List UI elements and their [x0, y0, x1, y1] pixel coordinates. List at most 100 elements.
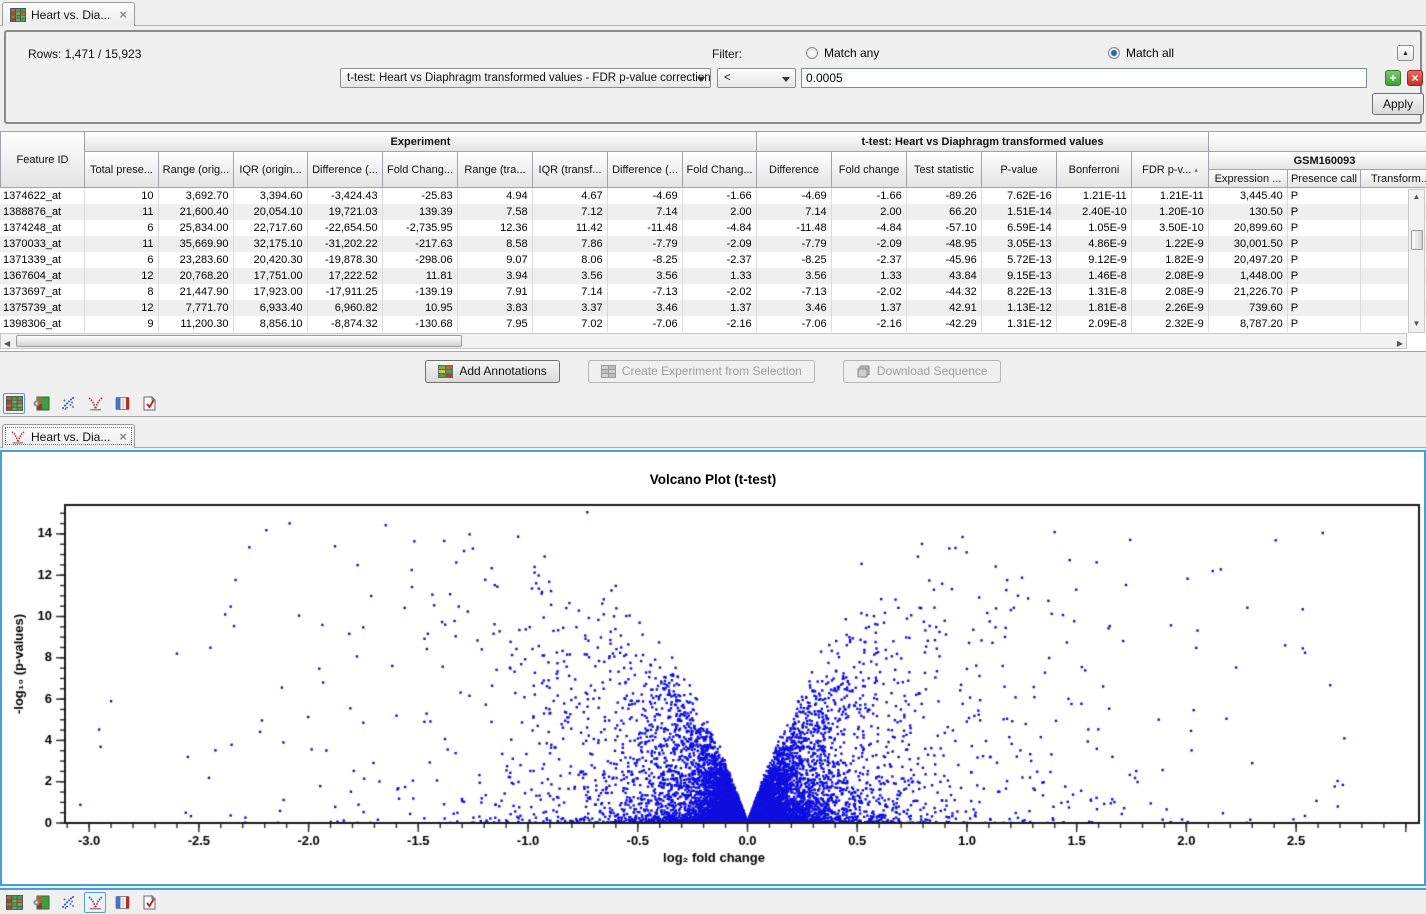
- column-header[interactable]: Transform...: [1360, 169, 1426, 188]
- apply-button[interactable]: Apply: [1372, 93, 1424, 115]
- column-header[interactable]: Experiment: [84, 131, 757, 152]
- column-header[interactable]: IQR (origin...: [233, 151, 308, 188]
- element-info-view-button[interactable]: [138, 393, 160, 414]
- scatter-plot-view-button[interactable]: [57, 393, 79, 414]
- table-row[interactable]: 1398306_at911,200.308,856.10-8,874.32-13…: [0, 316, 1426, 332]
- match-any-radio[interactable]: Match any: [806, 46, 879, 60]
- table-cell: 3.50E-10: [1131, 220, 1208, 236]
- column-header[interactable]: P-value: [981, 151, 1057, 188]
- column-header[interactable]: Fold Chang...: [382, 151, 458, 188]
- table-cell: 8.58: [457, 236, 532, 252]
- filter-operator-select[interactable]: <: [717, 68, 796, 88]
- table-row[interactable]: 1388876_at1121,600.4020,054.1019,721.031…: [0, 204, 1426, 220]
- table-cell: -1.66: [831, 188, 906, 204]
- table-cell: 20,768.20: [158, 268, 233, 284]
- table-cell: -17,911.25: [307, 284, 382, 300]
- table-row[interactable]: 1375739_at127,771.706,933.406,960.8210.9…: [0, 300, 1426, 316]
- table-row[interactable]: 1367604_at1220,768.2017,751.0017,222.521…: [0, 268, 1426, 284]
- table-cell: 7.58: [457, 204, 532, 220]
- history-view-button[interactable]: [111, 892, 133, 913]
- column-header[interactable]: Range (tra...: [457, 151, 533, 188]
- column-header[interactable]: Expression ...: [1208, 169, 1288, 188]
- filter-value-input[interactable]: [801, 68, 1367, 88]
- table-row[interactable]: 1374248_at625,834.0022,717.60-22,654.50-…: [0, 220, 1426, 236]
- add-filter-button[interactable]: +: [1385, 70, 1401, 86]
- match-all-radio[interactable]: Match all: [1108, 46, 1174, 60]
- table-cell: 6,960.82: [307, 300, 382, 316]
- rows-count-label: Rows: 1,471 / 15,923: [28, 47, 141, 61]
- table-cell: -11.48: [756, 220, 831, 236]
- table-cell: -2.02: [682, 284, 756, 300]
- tab-volcano-plot[interactable]: Heart vs. Dia... ×: [2, 424, 135, 448]
- vertical-scroll-thumb[interactable]: [1411, 230, 1423, 250]
- table-row[interactable]: 1373697_at821,447.9017,923.00-17,911.25-…: [0, 284, 1426, 300]
- table-row[interactable]: 1370033_at1135,669.9032,175.10-31,202.22…: [0, 236, 1426, 252]
- column-header[interactable]: Difference: [756, 151, 832, 188]
- column-header[interactable]: Presence call: [1287, 169, 1361, 188]
- horizontal-scrollbar[interactable]: ◀ ▶: [0, 333, 1407, 349]
- table-cell: 4.67: [532, 188, 607, 204]
- create-experiment-button[interactable]: Create Experiment from Selection: [588, 360, 815, 383]
- table-cell: 35,669.90: [158, 236, 233, 252]
- volcano-plot-view-button[interactable]: [84, 393, 106, 414]
- experiment-view-button[interactable]: [30, 892, 52, 913]
- volcano-plot-view-button[interactable]: [84, 892, 106, 913]
- vertical-scrollbar[interactable]: ▲ ▼: [1408, 189, 1425, 333]
- table-cell: 25,834.00: [158, 220, 233, 236]
- column-header[interactable]: Difference (...: [307, 151, 383, 188]
- table-cell: P: [1287, 204, 1360, 220]
- download-sequence-button[interactable]: Download Sequence: [843, 360, 1001, 383]
- column-header-label: Experiment: [391, 136, 451, 148]
- close-icon[interactable]: ×: [119, 429, 127, 444]
- column-header[interactable]: IQR (transf...: [532, 151, 608, 188]
- column-header[interactable]: Fold change: [831, 151, 907, 188]
- column-header[interactable]: Difference (...: [607, 151, 683, 188]
- table-cell: 3.56: [756, 268, 831, 284]
- column-header[interactable]: t-test: Heart vs Diaphragm transformed v…: [756, 131, 1209, 152]
- table-cell: -298.06: [382, 252, 457, 268]
- table-cell: 21,226.70: [1208, 284, 1287, 300]
- remove-filter-button[interactable]: ×: [1407, 70, 1423, 86]
- table-view-button[interactable]: [3, 892, 25, 913]
- scroll-down-icon[interactable]: ▼: [1413, 317, 1421, 331]
- table-cell: 7.14: [607, 204, 682, 220]
- tab-table-view[interactable]: Heart vs. Dia... ×: [2, 2, 135, 26]
- table-cell: 3.37: [532, 300, 607, 316]
- table-row[interactable]: 1374622_at103,692.703,394.60-3,424.43-25…: [0, 188, 1426, 204]
- scatter-plot-view-button[interactable]: [57, 892, 79, 913]
- column-header[interactable]: Bonferroni: [1056, 151, 1132, 188]
- scroll-left-icon[interactable]: ◀: [4, 337, 10, 351]
- table-view-icon: [6, 895, 23, 910]
- column-header[interactable]: Fold Chang...: [682, 151, 757, 188]
- table-cell: P: [1287, 300, 1360, 316]
- column-header[interactable]: GSM160093: [1208, 151, 1426, 170]
- column-header[interactable]: Feature ID: [0, 131, 85, 188]
- history-view-button[interactable]: [111, 393, 133, 414]
- table-cell: -22,654.50: [307, 220, 382, 236]
- filter-column-select[interactable]: t-test: Heart vs Diaphragm transformed v…: [340, 68, 711, 88]
- element-info-icon: [141, 396, 158, 411]
- table-cell: P: [1287, 236, 1360, 252]
- scroll-right-icon[interactable]: ▶: [1397, 337, 1403, 351]
- experiment-view-button[interactable]: [30, 393, 52, 414]
- column-header-label: FDR p-v...: [1142, 164, 1191, 176]
- table-cell: 1.33: [682, 268, 756, 284]
- table-cell: 66.20: [906, 204, 981, 220]
- history-book-icon: [114, 396, 131, 411]
- close-icon[interactable]: ×: [119, 7, 127, 22]
- volcano-plot-canvas[interactable]: [2, 452, 1424, 884]
- column-header[interactable]: Test statistic: [906, 151, 982, 188]
- scroll-up-icon[interactable]: ▲: [1413, 190, 1421, 204]
- column-header[interactable]: [1208, 131, 1426, 152]
- element-info-view-button[interactable]: [138, 892, 160, 913]
- column-header-label: Test statistic: [914, 164, 974, 176]
- column-header[interactable]: FDR p-v...▴: [1131, 151, 1209, 188]
- column-header[interactable]: Total prese...: [84, 151, 159, 188]
- horizontal-scroll-thumb[interactable]: [16, 335, 462, 347]
- table-view-button[interactable]: [3, 393, 25, 414]
- match-any-label: Match any: [824, 46, 879, 60]
- table-row[interactable]: 1371339_at623,283.6020,420.30-19,878.30-…: [0, 252, 1426, 268]
- column-header[interactable]: Range (orig...: [158, 151, 234, 188]
- add-annotations-button[interactable]: Add Annotations: [425, 360, 559, 383]
- collapse-filter-button[interactable]: ▲: [1397, 45, 1414, 61]
